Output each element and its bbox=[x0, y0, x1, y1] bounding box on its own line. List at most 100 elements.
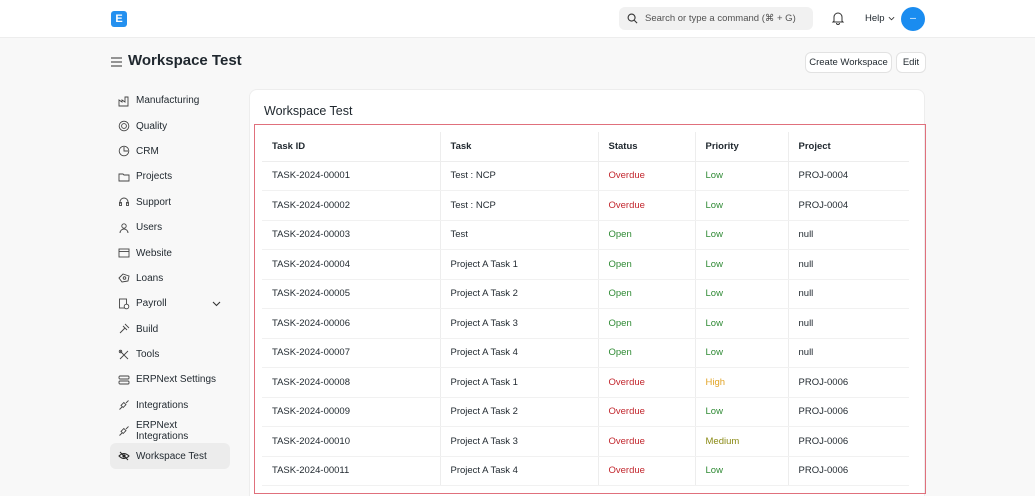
table-row[interactable]: TASK-2024-00007 Project A Task 4 Open Low nu… bbox=[262, 338, 909, 368]
table-row[interactable]: TASK-2024-00011 Project A Task 4 Overdue Lo… bbox=[262, 456, 909, 486]
website-icon bbox=[118, 247, 130, 259]
status-cell: Open bbox=[597, 249, 695, 280]
app-logo[interactable]: E bbox=[111, 11, 127, 27]
task-id-cell: TASK-2024-00006 bbox=[262, 308, 440, 339]
column-header[interactable]: Task ID bbox=[262, 132, 440, 162]
priority-cell: Low bbox=[694, 190, 788, 221]
factory-icon bbox=[118, 95, 130, 107]
task-cell: Project A Task 2 bbox=[439, 279, 598, 309]
table-row[interactable]: TASK-2024-00001 Test : NCP Overdue Low PROJ-… bbox=[262, 161, 909, 191]
search-bar[interactable]: Search or type a command (⌘ + G) bbox=[619, 7, 813, 30]
sidebar-item-label: Manufacturing bbox=[136, 95, 200, 107]
task-cell: Project A Task 3 bbox=[439, 308, 598, 339]
task-cell: Project A Task 3 bbox=[439, 426, 598, 457]
task-id-cell: TASK-2024-00010 bbox=[262, 426, 440, 457]
sidebar-item-label: Payroll bbox=[136, 298, 167, 310]
status-cell: Overdue bbox=[597, 456, 695, 486]
column-header[interactable]: Project bbox=[787, 132, 909, 162]
menu-toggle-icon[interactable] bbox=[110, 56, 123, 68]
project-cell: PROJ-0006 bbox=[787, 426, 909, 457]
loans-icon bbox=[118, 272, 130, 284]
project-cell: PROJ-0004 bbox=[787, 190, 909, 221]
integrations-icon bbox=[118, 399, 130, 411]
table-row[interactable]: TASK-2024-00002 Test : NCP Overdue Low PROJ-… bbox=[262, 190, 909, 221]
table-row[interactable]: TASK-2024-00009 Project A Task 2 Overdue Lo… bbox=[262, 397, 909, 427]
table-row[interactable]: TASK-2024-00010 Project A Task 3 Overdue Me… bbox=[262, 426, 909, 457]
table-row[interactable]: TASK-2024-00004 Project A Task 1 Open Low nu… bbox=[262, 249, 909, 280]
column-header[interactable]: Task bbox=[439, 132, 598, 162]
status-cell: Open bbox=[597, 308, 695, 339]
chevron-down-icon[interactable] bbox=[212, 299, 221, 308]
sidebar-item-crm[interactable]: CRM bbox=[110, 139, 230, 164]
sidebar-item-label: Projects bbox=[136, 171, 173, 183]
column-header[interactable]: Priority bbox=[694, 132, 788, 162]
status-cell: Open bbox=[597, 220, 695, 250]
sidebar-item-label: Workspace Test bbox=[136, 450, 207, 462]
bell-icon[interactable] bbox=[831, 11, 845, 25]
sidebar-item-label: Users bbox=[136, 222, 163, 234]
card-title: Workspace Test bbox=[264, 104, 353, 118]
status-cell: Overdue bbox=[597, 190, 695, 221]
chevron-down-icon bbox=[888, 16, 894, 21]
status-cell: Open bbox=[597, 279, 695, 309]
sidebar-item-users[interactable]: Users bbox=[110, 215, 230, 240]
task-id-cell: TASK-2024-00011 bbox=[262, 456, 440, 486]
sidebar-item-label: Loans bbox=[136, 272, 164, 284]
search-placeholder: Search or type a command (⌘ + G) bbox=[645, 13, 796, 24]
sidebar-item-workspace-test[interactable]: Workspace Test bbox=[110, 443, 230, 469]
task-cell: Test : NCP bbox=[439, 161, 598, 191]
priority-cell: Low bbox=[694, 397, 788, 427]
project-cell: null bbox=[787, 338, 909, 368]
sidebar-item-label: Build bbox=[136, 323, 159, 335]
sidebar-item-integrations[interactable]: Integrations bbox=[110, 393, 230, 418]
task-id-cell: TASK-2024-00007 bbox=[262, 338, 440, 368]
sidebar-item-label: Integrations bbox=[136, 399, 189, 411]
sidebar-item-label: Tools bbox=[136, 349, 160, 361]
column-header[interactable]: Status bbox=[597, 132, 695, 162]
table-row[interactable]: TASK-2024-00008 Project A Task 1 Overdue Hi… bbox=[262, 367, 909, 398]
sidebar-item-erpnext-integrations[interactable]: ERPNext Integrations bbox=[110, 418, 230, 443]
sidebar-item-erpnext-settings[interactable]: ERPNext Settings bbox=[110, 367, 230, 392]
sidebar-item-website[interactable]: Website bbox=[110, 240, 230, 265]
task-cell: Project A Task 1 bbox=[439, 249, 598, 280]
sidebar-item-loans[interactable]: Loans bbox=[110, 266, 230, 291]
crm-icon bbox=[118, 145, 130, 157]
project-cell: null bbox=[787, 279, 909, 309]
task-id-cell: TASK-2024-00008 bbox=[262, 367, 440, 398]
table-row[interactable]: TASK-2024-00006 Project A Task 3 Open Low nu… bbox=[262, 308, 909, 339]
priority-cell: Low bbox=[694, 308, 788, 339]
sidebar-item-quality[interactable]: Quality bbox=[110, 113, 230, 138]
table-row[interactable]: TASK-2024-00003 Test Open Low null bbox=[262, 220, 909, 250]
navbar: E Search or type a command (⌘ + G) Help … bbox=[0, 0, 1035, 38]
sidebar-item-projects[interactable]: Projects bbox=[110, 164, 230, 189]
tasks-table: Task ID Task Status Priority Project TASK-20… bbox=[262, 132, 909, 486]
sidebar-item-support[interactable]: Support bbox=[110, 190, 230, 215]
edit-button[interactable]: Edit bbox=[896, 52, 926, 73]
priority-cell: Low bbox=[694, 249, 788, 280]
task-cell: Project A Task 4 bbox=[439, 456, 598, 486]
sidebar-item-manufacturing[interactable]: Manufacturing bbox=[110, 88, 230, 113]
create-workspace-button[interactable]: Create Workspace bbox=[805, 52, 892, 73]
sidebar-item-label: ERPNext Integrations bbox=[136, 419, 189, 442]
search-icon bbox=[627, 13, 638, 24]
settings-icon bbox=[118, 374, 130, 386]
table-row[interactable]: TASK-2024-00005 Project A Task 2 Open Low nu… bbox=[262, 279, 909, 309]
status-cell: Open bbox=[597, 338, 695, 368]
help-menu[interactable]: Help bbox=[865, 13, 895, 24]
task-id-cell: TASK-2024-00002 bbox=[262, 190, 440, 221]
help-label: Help bbox=[865, 13, 885, 24]
status-cell: Overdue bbox=[597, 161, 695, 191]
headset-icon bbox=[118, 196, 130, 208]
avatar[interactable]: — bbox=[901, 7, 925, 31]
build-icon bbox=[118, 323, 130, 335]
page-title: Workspace Test bbox=[128, 52, 242, 69]
priority-cell: Low bbox=[694, 456, 788, 486]
priority-cell: High bbox=[694, 367, 788, 398]
project-cell: PROJ-0006 bbox=[787, 397, 909, 427]
task-cell: Test bbox=[439, 220, 598, 250]
folder-icon bbox=[118, 171, 130, 183]
sidebar-item-tools[interactable]: Tools bbox=[110, 342, 230, 367]
sidebar-item-build[interactable]: Build bbox=[110, 317, 230, 342]
sidebar-item-payroll[interactable]: Payroll bbox=[110, 291, 230, 316]
status-cell: Overdue bbox=[597, 367, 695, 398]
